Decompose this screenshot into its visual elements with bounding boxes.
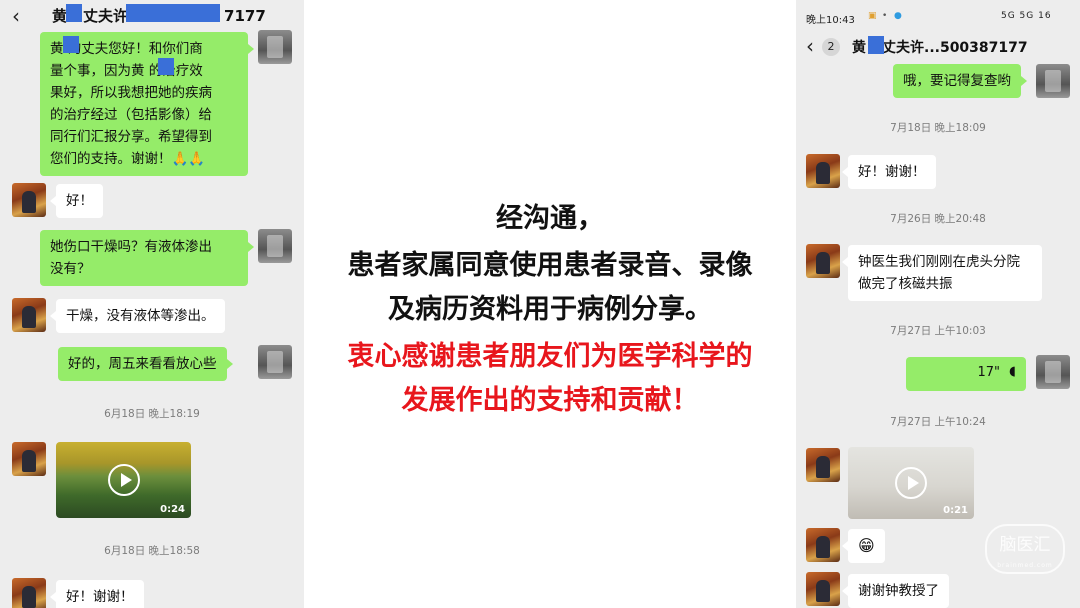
center-text-line: 及病历资料用于病例分享。	[388, 294, 712, 325]
message-bubble[interactable]: 钟医生我们刚刚在虎头分院 做完了核磁共振	[842, 245, 1042, 301]
status-time: 晚上10:43	[806, 15, 855, 26]
back-arrow-icon[interactable]: ‹	[806, 34, 814, 58]
dot-icon: •	[882, 11, 888, 21]
app-icon: ●	[894, 11, 902, 21]
redaction-mark	[63, 36, 79, 53]
play-icon[interactable]	[107, 464, 140, 496]
play-icon[interactable]	[895, 467, 927, 499]
patient-avatar[interactable]	[12, 578, 46, 608]
video-duration: 0:24	[160, 504, 185, 515]
patient-avatar[interactable]	[806, 154, 840, 188]
doctor-avatar[interactable]	[258, 229, 292, 263]
patient-avatar[interactable]	[806, 244, 840, 278]
watermark-subtext: brainmed.com	[997, 562, 1053, 569]
center-text-line: 患者家属同意使用患者录音、录像	[347, 250, 753, 281]
patient-avatar[interactable]	[12, 183, 46, 217]
voice-message[interactable]: 17" ◖	[906, 357, 1026, 391]
video-message[interactable]: 0:24	[56, 442, 191, 518]
message-bubble[interactable]: 哦，要记得复查哟	[893, 64, 1027, 98]
timestamp: 7月26日 晚上20:48	[890, 213, 986, 225]
timestamp: 7月27日 上午10:03	[890, 325, 986, 337]
center-text-line: 经沟通，	[496, 203, 604, 234]
redaction-mark	[66, 4, 82, 22]
patient-avatar[interactable]	[806, 448, 840, 482]
patient-avatar[interactable]	[12, 298, 46, 332]
center-text-line: 发展作出的支持和贡献！	[401, 385, 699, 416]
timestamp: 6月18日 晚上18:58	[104, 545, 200, 557]
back-arrow-icon[interactable]: ‹	[12, 4, 20, 28]
message-bubble[interactable]: 她伤口干燥吗？有液体渗出 没有？	[40, 230, 254, 286]
doctor-avatar[interactable]	[258, 30, 292, 64]
message-bubble[interactable]: 好！	[50, 184, 103, 218]
message-bubble[interactable]: 黄 的丈夫您好！和你们商 量个事，因为黄 的治疗效 果好，所以我想把她的疾病 的…	[40, 32, 254, 176]
message-bubble[interactable]: 干燥，没有液体等渗出。	[50, 299, 225, 333]
timestamp: 7月18日 晚上18:09	[890, 122, 986, 134]
center-text-line: 衷心感谢患者朋友们为医学科学的	[347, 341, 753, 372]
redaction-mark	[868, 36, 884, 54]
message-bubble[interactable]: 好的，周五来看看放心些	[58, 347, 232, 381]
message-bubble[interactable]: 谢谢钟教授了	[842, 574, 949, 608]
patient-avatar[interactable]	[806, 572, 840, 606]
unread-count-badge[interactable]: 2	[822, 38, 840, 56]
voice-wave-icon: ◖	[1009, 364, 1016, 379]
watermark-logo: 脑医汇 brainmed.com	[985, 524, 1065, 574]
redaction-mark	[158, 58, 174, 75]
notification-icon: ▣	[868, 11, 877, 21]
doctor-avatar[interactable]	[1036, 355, 1070, 389]
patient-avatar[interactable]	[806, 528, 840, 562]
video-duration: 0:21	[943, 505, 968, 516]
voice-duration: 17"	[977, 365, 1000, 380]
patient-avatar[interactable]	[12, 442, 46, 476]
timestamp: 6月18日 晚上18:19	[104, 408, 200, 420]
timestamp: 7月27日 上午10:24	[890, 416, 986, 428]
watermark-text: 脑医汇	[999, 535, 1051, 555]
status-signal: 5G 5G 16	[1001, 11, 1052, 21]
doctor-avatar[interactable]	[258, 345, 292, 379]
left-chat-screenshot: ‹ 黄丈夫许 7177 黄 的丈夫您好！和你们商 量个事，因为黄 的治疗效 果好，…	[0, 0, 304, 608]
message-bubble[interactable]: 好！谢谢！	[842, 155, 936, 189]
right-chat-screenshot: 晚上10:43 ▣ • ● 5G 5G 16 ‹ 2 黄丈夫许...500387…	[796, 0, 1080, 608]
message-bubble[interactable]: 好！谢谢！	[50, 580, 144, 608]
message-bubble[interactable]: 😁	[842, 529, 885, 563]
redaction-mark	[126, 4, 220, 22]
video-message[interactable]: 0:21	[848, 447, 974, 519]
doctor-avatar[interactable]	[1036, 64, 1070, 98]
